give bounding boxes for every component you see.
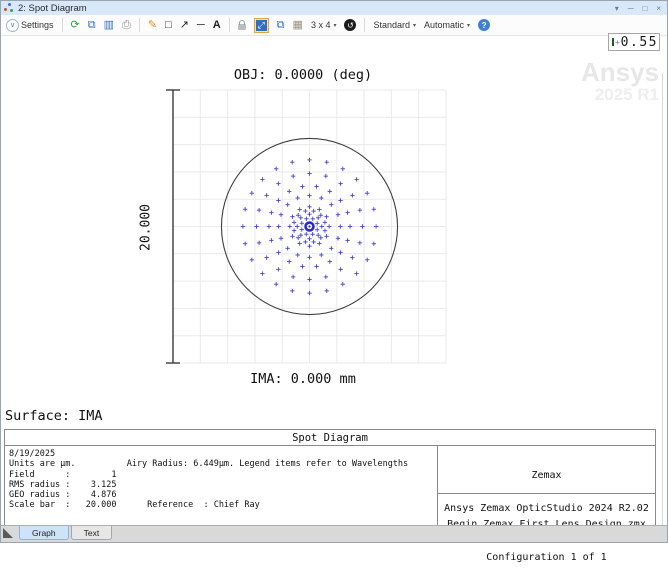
standard-dropdown-label: Standard [373,20,410,30]
clone-window-button[interactable]: ⧉ [275,19,287,32]
spot-diagram-window: { "window": { "title": "2: Spot Diagram"… [0,0,668,543]
lock-button[interactable] [236,19,248,31]
table-scale-bar: Scale bar : 20.000 Reference : Chief Ray [9,500,437,510]
table-right-column: Zemax Ansys Zemax OpticStudio 2024 R2.02… [438,446,655,528]
window-title: 2: Spot Diagram [18,3,87,14]
settings-label: Settings [21,20,54,30]
title-bar: 2: Spot Diagram ▾ ─ □ × [1,1,667,15]
rectangle-icon: □ [165,20,172,31]
lock-icon [238,24,246,30]
rectangle-tool-button[interactable]: □ [163,19,174,32]
table-field: Field : 1 [9,470,437,480]
toolbar: ∨ Settings ⟳ ⧉ ▥ ⎙ ✎ □ ↗ ─ A ⤢ ⧉ ▦ 3 x 4… [1,15,667,36]
toolbar-separator [229,18,230,32]
print-button[interactable]: ⎙ [120,19,133,32]
fit-window-button[interactable]: ⤢ [252,17,271,34]
horizontal-line-icon: ─ [197,20,205,31]
watermark-version: 2025 R1 [581,86,659,103]
table-product-cell: Zemax Ansys Zemax OpticStudio 2024 R2.02 [438,446,655,494]
help-button[interactable]: ? [476,18,492,32]
table-rms-radius: RMS radius : 3.125 [9,480,437,490]
arrow-line-icon: ↗ [180,20,189,31]
toolbar-separator [139,18,140,32]
spot-plot-canvas[interactable] [158,88,448,365]
table-units-airy: Units are µm. Airy Radius: 6.449µm. Lege… [9,459,437,469]
toolbar-separator [364,18,365,32]
bottom-tab-bar: Graph Text [1,525,667,542]
slide-show-button[interactable]: ▦ [291,19,305,32]
copy-button[interactable]: ⧉ [86,19,98,32]
right-edge-divider [662,73,663,528]
product-brand: Zemax [438,470,655,481]
scale-readout-value: 0.55 [621,35,658,50]
chevron-down-icon: ▾ [467,22,470,29]
pencil-tool-button[interactable]: ✎ [146,19,159,32]
text-tool-icon: A [213,20,221,31]
plot-x-label: IMA: 0.000 mm [158,371,448,387]
refresh-button[interactable]: ⟳ [69,19,82,32]
save-image-icon: ▥ [104,20,114,31]
automatic-dropdown-label: Automatic [424,20,464,30]
close-button[interactable]: × [656,4,661,13]
chevron-down-icon: ▾ [413,22,416,29]
maximize-button[interactable]: □ [642,4,647,13]
tab-text[interactable]: Text [71,526,113,540]
plus-icon: + [615,38,620,47]
save-image-button[interactable]: ▥ [102,19,116,32]
airy-scale-icon [612,38,614,46]
arrow-line-tool-button[interactable]: ↗ [178,19,191,32]
layout-value: 3 x 4 [311,20,331,30]
ansys-watermark: Ansys 2025 R1 [581,59,659,103]
automatic-dropdown[interactable]: Automatic ▾ [422,19,472,31]
table-title: Spot Diagram [5,430,655,446]
tab-graph-label: Graph [32,528,56,538]
tab-text-label: Text [84,528,100,538]
tab-corner-icon [3,528,13,538]
line-tool-button[interactable]: ─ [195,19,207,32]
spot-diagram-app-icon [4,3,14,13]
scale-bar-label: 20.000 [139,197,154,259]
tab-graph[interactable]: Graph [19,526,69,540]
reset-zoom-button[interactable]: ↺ [342,18,358,32]
settings-chevron-icon: ∨ [6,19,19,32]
surface-label: Surface: IMA [5,408,103,424]
scale-readout[interactable]: + 0.55 [608,33,660,51]
reset-zoom-icon: ↺ [344,19,356,31]
table-date: 8/19/2025 [9,449,437,459]
print-icon: ⎙ [122,20,131,31]
plot-title: OBJ: 0.0000 (deg) [158,67,448,83]
spot-info-table: Spot Diagram 8/19/2025 Units are µm. Air… [4,429,656,528]
layout-dropdown[interactable]: 3 x 4 ▾ [309,19,339,31]
slide-show-icon: ▦ [293,20,303,31]
configuration-label: Configuration 1 of 1 [438,552,655,563]
help-icon: ? [478,19,490,31]
graph-panel: + 0.55 Ansys 2025 R1 OBJ: 0.0000 (deg) 2… [1,37,667,528]
window-menu-caret[interactable]: ▾ [615,4,619,13]
copy-icon: ⧉ [88,20,96,31]
minimize-button[interactable]: ─ [628,4,634,13]
chevron-down-icon: ▾ [333,22,336,29]
fit-window-icon: ⤢ [254,18,269,33]
clone-window-icon: ⧉ [277,20,285,31]
pencil-icon: ✎ [148,20,157,31]
table-left-cell: 8/19/2025 Units are µm. Airy Radius: 6.4… [5,446,438,528]
text-tool-button[interactable]: A [211,19,223,32]
toolbar-separator [62,18,63,32]
watermark-brand: Ansys [581,59,659,86]
table-geo-radius: GEO radius : 4.876 [9,490,437,500]
settings-button[interactable]: ∨ Settings [4,18,56,33]
standard-dropdown[interactable]: Standard ▾ [371,19,418,31]
refresh-icon: ⟳ [71,20,80,31]
